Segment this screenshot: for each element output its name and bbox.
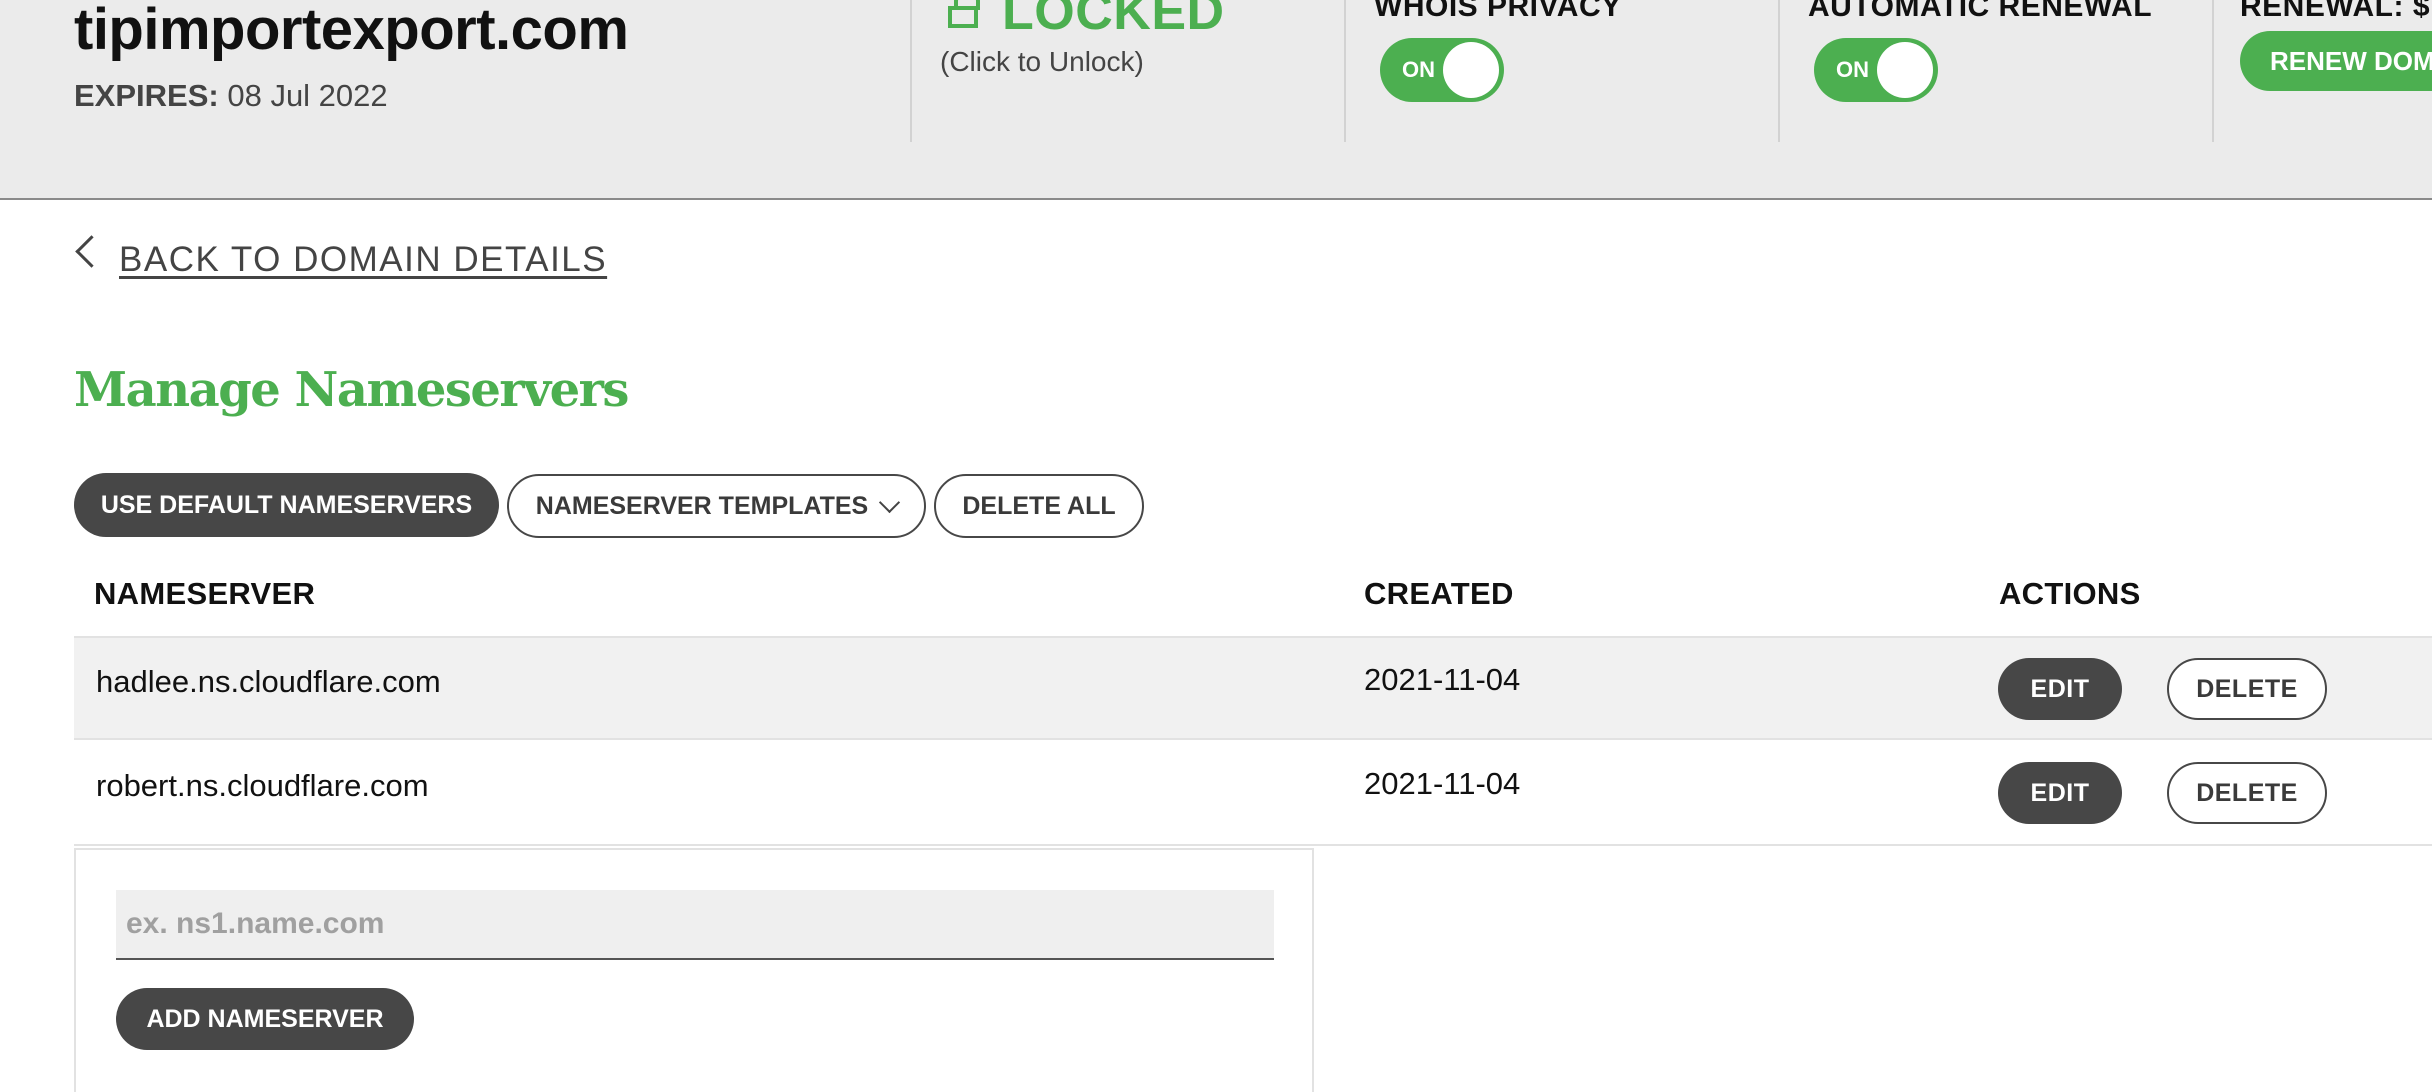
- add-nameserver-panel: ADD NAMESERVER: [74, 848, 1314, 1092]
- delete-button[interactable]: DELETE: [2167, 762, 2327, 824]
- auto-renewal-toggle[interactable]: ON: [1814, 38, 1938, 102]
- renewal-price-label: RENEWAL: $: [2240, 0, 2431, 23]
- nameserver-cell: hadlee.ns.cloudflare.com: [96, 664, 441, 699]
- renew-domain-button[interactable]: RENEW DOMAIN: [2240, 31, 2432, 91]
- expires-date: 08 Jul 2022: [227, 78, 388, 113]
- header-divider: [910, 0, 912, 142]
- nameserver-templates-label: NAMESERVER TEMPLATES: [535, 491, 869, 520]
- domain-header-bar: tipimportexport.com EXPIRES: 08 Jul 2022…: [0, 0, 2432, 200]
- back-to-domain-details-link[interactable]: BACK TO DOMAIN DETAILS: [75, 234, 608, 280]
- column-header-actions: ACTIONS: [1999, 576, 2141, 611]
- header-divider: [1778, 0, 1780, 142]
- created-cell: 2021-11-04: [1364, 662, 1521, 697]
- add-nameserver-button[interactable]: ADD NAMESERVER: [116, 988, 414, 1050]
- use-default-nameservers-button[interactable]: USE DEFAULT NAMESERVERS: [74, 473, 499, 537]
- expiry-info: EXPIRES: 08 Jul 2022: [74, 78, 388, 114]
- expires-label: EXPIRES:: [74, 78, 219, 113]
- table-row: robert.ns.cloudflare.com 2021-11-04 EDIT…: [74, 742, 2432, 846]
- chevron-left-icon: [75, 234, 108, 268]
- edit-button[interactable]: EDIT: [1998, 658, 2122, 720]
- edit-button[interactable]: EDIT: [1998, 762, 2122, 824]
- column-header-created: CREATED: [1364, 576, 1514, 611]
- auto-renewal-label: AUTOMATIC RENEWAL: [1808, 0, 2153, 23]
- delete-all-button[interactable]: DELETE ALL: [934, 474, 1144, 538]
- whois-privacy-toggle[interactable]: ON: [1380, 38, 1504, 102]
- nameserver-templates-dropdown[interactable]: NAMESERVER TEMPLATES: [507, 474, 926, 538]
- auto-renewal-state: ON: [1836, 57, 1869, 82]
- header-divider: [2212, 0, 2214, 142]
- table-row: hadlee.ns.cloudflare.com 2021-11-04 EDIT…: [74, 636, 2432, 740]
- toggle-knob: [1443, 42, 1499, 98]
- whois-privacy-label: WHOIS PRIVACY: [1374, 0, 1622, 23]
- page-title: Manage Nameservers: [74, 362, 629, 418]
- toggle-knob: [1877, 42, 1933, 98]
- lock-icon: [948, 0, 980, 28]
- lock-status: LOCKED: [1002, 0, 1225, 41]
- created-cell: 2021-11-04: [1364, 766, 1521, 801]
- whois-privacy-state: ON: [1402, 57, 1435, 82]
- lock-hint: (Click to Unlock): [940, 46, 1144, 77]
- back-link-label: BACK TO DOMAIN DETAILS: [119, 240, 608, 279]
- chevron-down-icon: [879, 491, 901, 513]
- column-header-nameserver: NAMESERVER: [94, 576, 316, 611]
- nameserver-input[interactable]: [116, 890, 1274, 960]
- nameserver-cell: robert.ns.cloudflare.com: [96, 768, 429, 803]
- domain-name: tipimportexport.com: [74, 0, 629, 62]
- delete-button[interactable]: DELETE: [2167, 658, 2327, 720]
- header-divider: [1344, 0, 1346, 142]
